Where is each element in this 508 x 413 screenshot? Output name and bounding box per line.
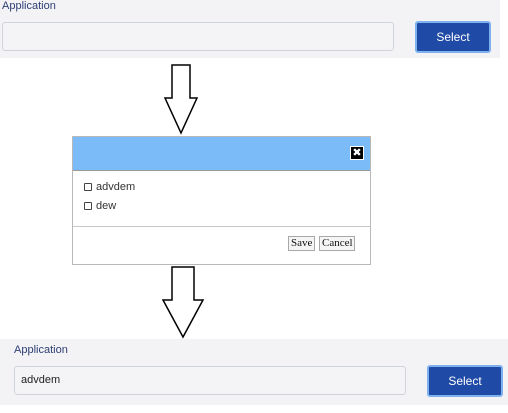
top-form-panel: Application Select (0, 0, 500, 58)
option-label: dew (96, 200, 117, 212)
close-icon[interactable]: ✖ (350, 146, 364, 160)
application-label: Application (2, 0, 56, 12)
checkbox-advdem[interactable] (84, 183, 92, 191)
down-arrow-icon (162, 266, 205, 339)
select-button[interactable]: Select (415, 21, 491, 53)
select-button[interactable]: Select (427, 365, 503, 397)
application-input[interactable]: advdem (14, 366, 406, 395)
checkbox-dew[interactable] (84, 202, 92, 210)
option-advdem[interactable]: advdem (84, 181, 135, 193)
application-input[interactable] (2, 22, 394, 51)
dialog-header: ✖ (73, 137, 370, 171)
option-dew[interactable]: dew (84, 200, 116, 212)
selection-dialog: ✖ advdem dew Save Cancel (72, 136, 371, 265)
application-label: Application (14, 344, 68, 356)
option-label: advdem (96, 181, 136, 193)
dialog-divider (73, 226, 370, 227)
down-arrow-icon (163, 64, 199, 135)
cancel-button[interactable]: Cancel (319, 236, 355, 251)
save-button[interactable]: Save (288, 236, 315, 251)
bottom-form-panel: Application advdem Select (0, 339, 508, 405)
